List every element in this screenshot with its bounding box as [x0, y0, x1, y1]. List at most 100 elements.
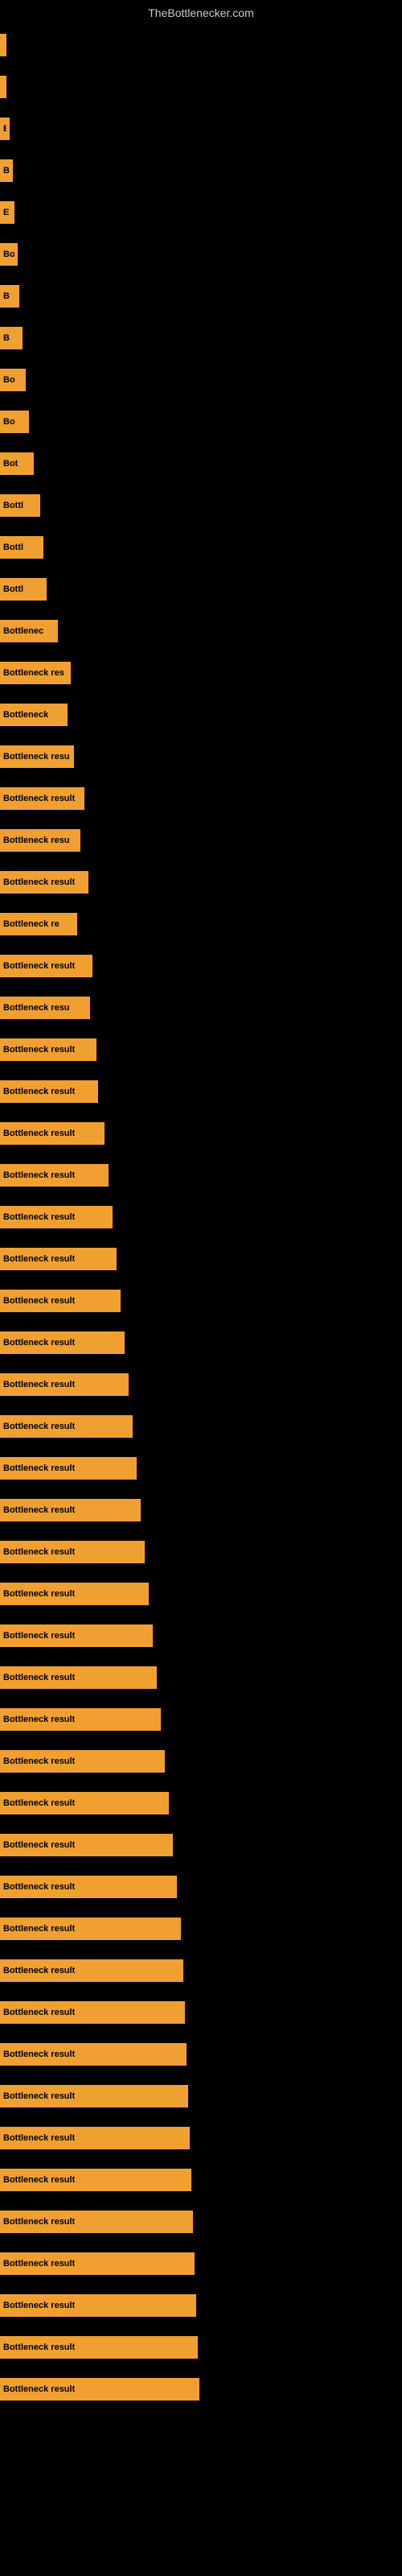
bars-container: PEBEBoBBBoBoBotBottlBottlBottlBottlenecB… — [0, 24, 402, 2410]
bar-item: Bottleneck result — [0, 1038, 96, 1061]
bar-row: B — [0, 150, 402, 192]
bar-label: E — [3, 124, 6, 134]
bar-row: Bottleneck result — [0, 1113, 402, 1154]
bar-label: Bottleneck result — [3, 1254, 75, 1264]
bar-label: Bottl — [3, 543, 23, 552]
bar-item: Bottleneck result — [0, 955, 92, 977]
bar-item: Bottleneck result — [0, 1373, 129, 1396]
bar-item: Bottleneck resu — [0, 997, 90, 1019]
bar-item: Bottl — [0, 536, 43, 559]
bar-item: B — [0, 285, 19, 308]
bar-item: Bottleneck result — [0, 2336, 198, 2359]
bar-row: Bottleneck result — [0, 2368, 402, 2410]
bar-row: Bottleneck result — [0, 2201, 402, 2243]
bar-item: Bottleneck result — [0, 1708, 161, 1731]
bar-label: Bottleneck result — [3, 2259, 75, 2268]
bar-label: B — [3, 291, 10, 301]
bar-label: Bottleneck result — [3, 2175, 75, 2185]
bar-label: Bottleneck result — [3, 1212, 75, 1222]
bar-item: Bottleneck result — [0, 871, 88, 894]
bar-item: Bot — [0, 452, 34, 475]
bar-item: Bottleneck result — [0, 1122, 105, 1145]
bar-label: Bottleneck result — [3, 2301, 75, 2310]
bar-row: Bottleneck result — [0, 2117, 402, 2159]
bar-item: Bottleneck result — [0, 2252, 195, 2275]
bar-row: Bottleneck re — [0, 903, 402, 945]
bar-item: Bottleneck result — [0, 1248, 117, 1270]
bar-row: Bottleneck result — [0, 1447, 402, 1489]
bar-row: Bottleneck resu — [0, 987, 402, 1029]
bar-item: Bottleneck result — [0, 1750, 165, 1773]
bar-row: B — [0, 275, 402, 317]
bar-label: Bottleneck result — [3, 1296, 75, 1306]
bar-item: Bottleneck result — [0, 1331, 125, 1354]
bar-label: Bottleneck result — [3, 2343, 75, 2352]
bar-label: Bottleneck res — [3, 668, 64, 678]
bar-item: Bottleneck result — [0, 1457, 137, 1480]
bar-item: Bottleneck result — [0, 787, 84, 810]
bar-item: Bottleneck result — [0, 1876, 177, 1898]
bar-label: Bottleneck result — [3, 1045, 75, 1055]
bar-item: Bottleneck result — [0, 2085, 188, 2107]
bar-row: Bot — [0, 443, 402, 485]
bar-item: Bottl — [0, 578, 47, 601]
bar-row: Bottleneck result — [0, 2159, 402, 2201]
bar-row: Bottleneck result — [0, 2285, 402, 2326]
bar-row: Bottleneck result — [0, 1573, 402, 1615]
bar-label: Bottl — [3, 584, 23, 594]
bar-label: Bot — [3, 459, 18, 469]
bar-row: Bottleneck result — [0, 778, 402, 819]
bar-item — [0, 34, 6, 56]
bar-row: Bottleneck result — [0, 1992, 402, 2033]
bar-row: Bottleneck res — [0, 652, 402, 694]
bar-label: Bottleneck result — [3, 1170, 75, 1180]
bar-item: Bottleneck result — [0, 1624, 153, 1647]
bar-row: Bottleneck resu — [0, 736, 402, 778]
bar-label: Bottleneck result — [3, 1882, 75, 1892]
bar-label: Bottleneck result — [3, 1798, 75, 1808]
bar-item: Bottleneck result — [0, 1290, 121, 1312]
bar-item: Bottleneck result — [0, 2169, 191, 2191]
bar-row: Bo — [0, 359, 402, 401]
bar-row: Bottl — [0, 526, 402, 568]
bar-item: Bo — [0, 369, 26, 391]
bar-row: Bottleneck result — [0, 1531, 402, 1573]
bar-item: Bottleneck result — [0, 1959, 183, 1982]
bar-item: Bottleneck result — [0, 2294, 196, 2317]
bar-row: Bottlenec — [0, 610, 402, 652]
bar-item: Bo — [0, 243, 18, 266]
bar-row: Bottleneck result — [0, 1615, 402, 1657]
bar-label: Bottleneck result — [3, 1589, 75, 1599]
bar-label: Bo — [3, 250, 14, 259]
bar-row: E — [0, 192, 402, 233]
bar-label: Bottleneck result — [3, 2091, 75, 2101]
bar-row: Bottleneck — [0, 694, 402, 736]
bar-item: Bottleneck resu — [0, 829, 80, 852]
bar-label: Bottleneck result — [3, 1129, 75, 1138]
bar-row: Bottleneck result — [0, 2243, 402, 2285]
bar-row: Bottleneck result — [0, 1238, 402, 1280]
bar-row: Bottleneck result — [0, 1908, 402, 1950]
bar-item: Bottleneck result — [0, 1666, 157, 1689]
bar-label: Bottleneck — [3, 710, 48, 720]
bar-row: Bottleneck result — [0, 1866, 402, 1908]
bar-label: Bottleneck result — [3, 1924, 75, 1934]
bar-row: Bottleneck resu — [0, 819, 402, 861]
bar-row: Bo — [0, 233, 402, 275]
bar-item: Bottleneck result — [0, 2043, 187, 2066]
bar-label: B — [3, 166, 10, 175]
bar-item: Bottleneck — [0, 704, 68, 726]
bar-item: Bottleneck result — [0, 1583, 149, 1605]
bar-row: Bottleneck result — [0, 1782, 402, 1824]
bar-label: Bottleneck result — [3, 1673, 75, 1682]
bar-label: Bottleneck result — [3, 1757, 75, 1766]
bar-item: Bottleneck result — [0, 2001, 185, 2024]
bar-label: Bottleneck result — [3, 1463, 75, 1473]
bar-item: Bottleneck result — [0, 2378, 199, 2401]
bar-item: Bottleneck result — [0, 1080, 98, 1103]
bar-row: Bottleneck result — [0, 2033, 402, 2075]
bar-label: Bottleneck result — [3, 1631, 75, 1641]
bar-item: Bottleneck re — [0, 913, 77, 935]
bar-item: Bottleneck res — [0, 662, 71, 684]
bar-label: Bottleneck result — [3, 1840, 75, 1850]
